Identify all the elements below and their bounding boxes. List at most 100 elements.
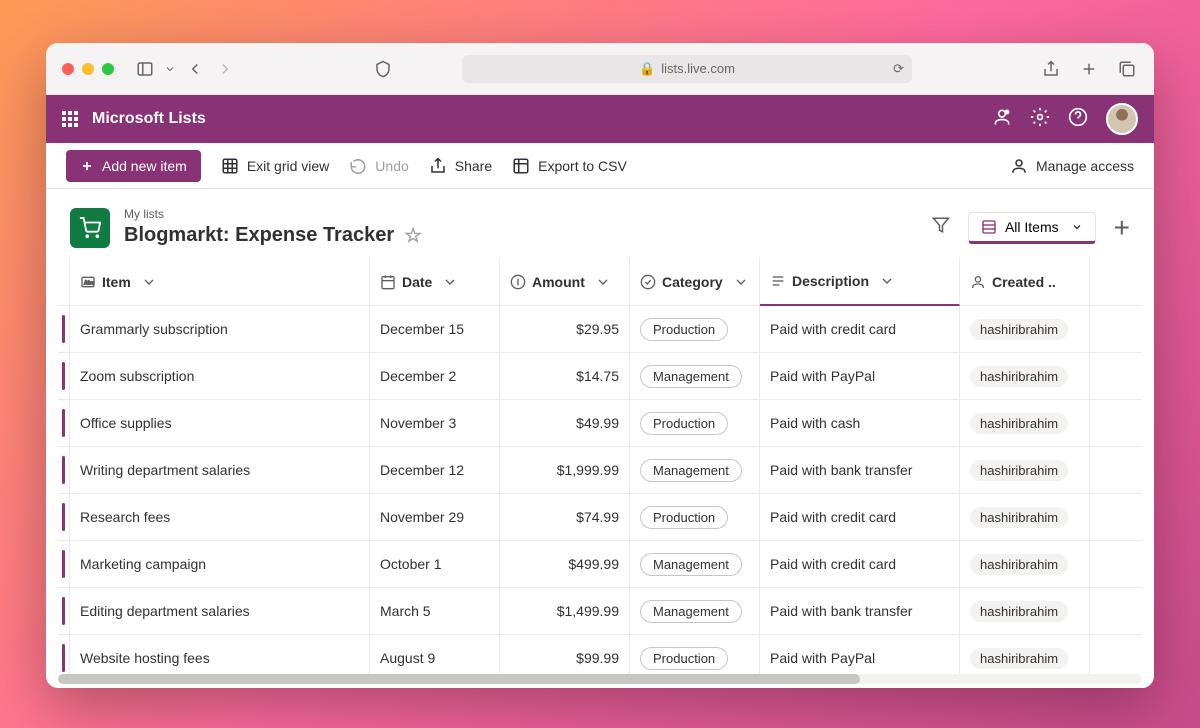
cell-date[interactable]: November 29 (370, 494, 500, 540)
share-button[interactable]: Share (429, 157, 492, 175)
cell-amount[interactable]: $49.99 (500, 400, 630, 446)
help-icon[interactable] (1068, 107, 1088, 132)
column-item[interactable]: Abc Item (70, 258, 370, 305)
breadcrumb[interactable]: My lists (124, 207, 422, 221)
cell-date[interactable]: December 15 (370, 306, 500, 352)
cell-item[interactable]: Research fees (70, 494, 370, 540)
cell-category[interactable]: Production (630, 400, 760, 446)
export-csv-button[interactable]: Export to CSV (512, 157, 627, 175)
category-pill: Production (640, 647, 728, 670)
cell-creator[interactable]: hashiribrahim (960, 447, 1090, 493)
row-marker (58, 635, 70, 674)
close-window[interactable] (62, 63, 74, 75)
cell-category[interactable]: Management (630, 353, 760, 399)
maximize-window[interactable] (102, 63, 114, 75)
grid: Abc Item Date Amount Category De (46, 258, 1154, 674)
add-new-item-button[interactable]: Add new item (66, 150, 201, 182)
filter-icon[interactable] (932, 216, 950, 239)
table-row[interactable]: Grammarly subscriptionDecember 15$29.95P… (58, 306, 1142, 353)
cell-description[interactable]: Paid with PayPal (760, 635, 960, 674)
cell-amount[interactable]: $29.95 (500, 306, 630, 352)
cell-item[interactable]: Marketing campaign (70, 541, 370, 587)
table-row[interactable]: Zoom subscriptionDecember 2$14.75Managem… (58, 353, 1142, 400)
cell-category[interactable]: Production (630, 306, 760, 352)
favorite-star-icon[interactable]: ☆ (404, 223, 422, 248)
url-bar[interactable]: 🔒 lists.live.com ⟳ (462, 55, 912, 83)
cell-creator[interactable]: hashiribrahim (960, 494, 1090, 540)
cell-category[interactable]: Management (630, 588, 760, 634)
cell-date[interactable]: December 2 (370, 353, 500, 399)
add-view-button[interactable]: + (1114, 212, 1130, 244)
titlebar: 🔒 lists.live.com ⟳ (46, 43, 1154, 95)
table-row[interactable]: Editing department salariesMarch 5$1,499… (58, 588, 1142, 635)
table-row[interactable]: Writing department salariesDecember 12$1… (58, 447, 1142, 494)
app-launcher-icon[interactable] (62, 111, 78, 127)
cell-category[interactable]: Production (630, 494, 760, 540)
cell-description[interactable]: Paid with bank transfer (760, 447, 960, 493)
cell-creator[interactable]: hashiribrahim (960, 635, 1090, 674)
cell-description[interactable]: Paid with bank transfer (760, 588, 960, 634)
cell-creator[interactable]: hashiribrahim (960, 306, 1090, 352)
cell-category[interactable]: Management (630, 447, 760, 493)
column-created-by[interactable]: Created .. (960, 258, 1090, 305)
cell-item[interactable]: Website hosting fees (70, 635, 370, 674)
column-description[interactable]: Description (760, 258, 960, 306)
cell-item[interactable]: Grammarly subscription (70, 306, 370, 352)
cell-amount[interactable]: $1,999.99 (500, 447, 630, 493)
view-selector[interactable]: All Items (968, 212, 1096, 244)
scrollbar-thumb[interactable] (58, 674, 860, 684)
row-marker (58, 306, 70, 352)
creator-pill: hashiribrahim (970, 601, 1068, 622)
cell-item[interactable]: Office supplies (70, 400, 370, 446)
avatar[interactable] (1106, 103, 1138, 135)
back-icon[interactable] (184, 59, 206, 79)
cell-creator[interactable]: hashiribrahim (960, 541, 1090, 587)
cell-date[interactable]: August 9 (370, 635, 500, 674)
cell-creator[interactable]: hashiribrahim (960, 353, 1090, 399)
cell-item[interactable]: Zoom subscription (70, 353, 370, 399)
cell-creator[interactable]: hashiribrahim (960, 588, 1090, 634)
column-amount[interactable]: Amount (500, 258, 630, 305)
creator-pill: hashiribrahim (970, 460, 1068, 481)
cell-category[interactable]: Production (630, 635, 760, 674)
cell-date[interactable]: November 3 (370, 400, 500, 446)
table-row[interactable]: Research feesNovember 29$74.99Production… (58, 494, 1142, 541)
table-row[interactable]: Office suppliesNovember 3$49.99Productio… (58, 400, 1142, 447)
table-row[interactable]: Marketing campaignOctober 1$499.99Manage… (58, 541, 1142, 588)
cell-amount[interactable]: $99.99 (500, 635, 630, 674)
cell-amount[interactable]: $14.75 (500, 353, 630, 399)
cell-amount[interactable]: $1,499.99 (500, 588, 630, 634)
cell-category[interactable]: Management (630, 541, 760, 587)
cell-creator[interactable]: hashiribrahim (960, 400, 1090, 446)
horizontal-scrollbar[interactable] (58, 674, 1142, 684)
share-icon[interactable] (1040, 59, 1062, 79)
forward-icon[interactable] (214, 59, 236, 79)
cell-description[interactable]: Paid with PayPal (760, 353, 960, 399)
cell-item[interactable]: Writing department salaries (70, 447, 370, 493)
manage-access-button[interactable]: Manage access (1010, 157, 1134, 175)
table-row[interactable]: Website hosting feesAugust 9$99.99 Produc… (58, 635, 1142, 674)
cell-amount[interactable]: $499.99 (500, 541, 630, 587)
minimize-window[interactable] (82, 63, 94, 75)
new-tab-icon[interactable] (1078, 59, 1100, 79)
sidebar-toggle-icon[interactable] (134, 59, 156, 79)
shield-icon[interactable] (372, 59, 394, 79)
tabs-icon[interactable] (1116, 59, 1138, 79)
exit-grid-view-button[interactable]: Exit grid view (221, 157, 329, 175)
person-icon[interactable] (992, 107, 1012, 132)
gear-icon[interactable] (1030, 107, 1050, 132)
cell-date[interactable]: December 12 (370, 447, 500, 493)
cell-description[interactable]: Paid with credit card (760, 306, 960, 352)
cell-description[interactable]: Paid with credit card (760, 541, 960, 587)
cell-date[interactable]: October 1 (370, 541, 500, 587)
cell-description[interactable]: Paid with cash (760, 400, 960, 446)
cell-date[interactable]: March 5 (370, 588, 500, 634)
undo-button[interactable]: Undo (349, 157, 408, 175)
cell-amount[interactable]: $74.99 (500, 494, 630, 540)
column-category[interactable]: Category (630, 258, 760, 305)
chevron-down-icon[interactable] (164, 59, 176, 79)
refresh-icon[interactable]: ⟳ (893, 61, 904, 77)
cell-description[interactable]: Paid with credit card (760, 494, 960, 540)
column-date[interactable]: Date (370, 258, 500, 305)
cell-item[interactable]: Editing department salaries (70, 588, 370, 634)
